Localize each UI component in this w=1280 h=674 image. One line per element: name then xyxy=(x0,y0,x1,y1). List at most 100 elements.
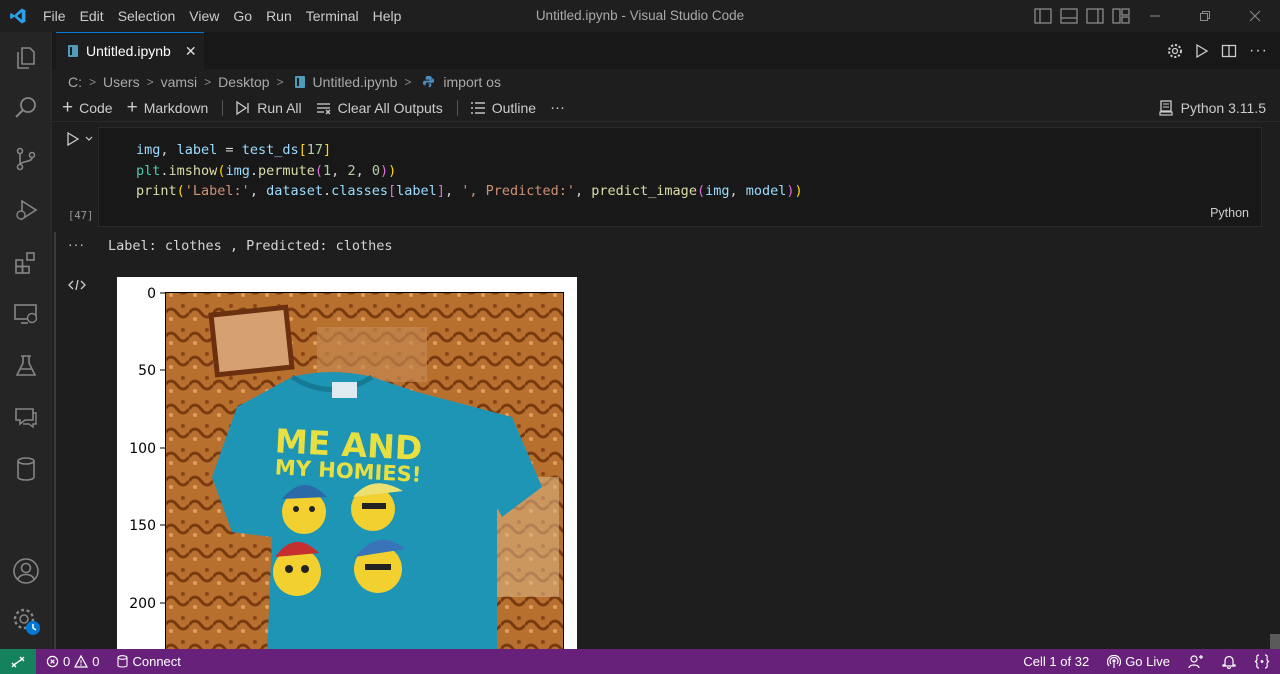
testing-icon[interactable] xyxy=(0,342,52,390)
cell-position[interactable]: Cell 1 of 32 xyxy=(1023,654,1089,669)
editor-scrollbar-thumb[interactable] xyxy=(1270,634,1280,649)
breadcrumb-desktop[interactable]: Desktop xyxy=(218,74,269,90)
add-markdown-label: Markdown xyxy=(143,99,209,116)
broadcast-icon xyxy=(1107,654,1122,668)
run-debug-icon[interactable] xyxy=(0,186,52,234)
run-notebook-icon[interactable] xyxy=(1195,43,1209,59)
database-icon[interactable] xyxy=(0,445,52,493)
toggle-secondary-sidebar-icon[interactable] xyxy=(1086,8,1104,24)
notebook-file-icon xyxy=(68,45,78,57)
notifications-bell-icon[interactable] xyxy=(1222,654,1236,669)
y-axis: 0 50 100 150 200 xyxy=(129,286,165,612)
vscode-logo-icon xyxy=(0,0,36,32)
manage-gear-icon[interactable] xyxy=(0,597,52,645)
kernel-picker[interactable]: Python 3.11.5 xyxy=(1159,94,1266,122)
run-all-label: Run All xyxy=(257,99,302,116)
python-icon xyxy=(423,75,435,88)
accounts-icon[interactable] xyxy=(0,547,52,595)
extensions-icon[interactable] xyxy=(0,239,52,287)
tab-close-icon[interactable]: ✕ xyxy=(185,43,197,60)
tab-untitled-ipynb[interactable]: Untitled.ipynb ✕ xyxy=(56,32,204,69)
title-bar: File Edit Selection View Go Run Terminal… xyxy=(0,0,1280,32)
clear-all-label: Clear All Outputs xyxy=(337,99,443,116)
shirt-photo: ME AND MY HOMIES! xyxy=(166,293,563,649)
chevron-right-icon: > xyxy=(204,74,212,89)
menu-go[interactable]: Go xyxy=(226,0,259,32)
notebook-file-icon xyxy=(294,75,305,88)
activity-bar xyxy=(0,32,52,649)
plus-icon: + xyxy=(62,96,74,118)
toolbar-divider xyxy=(222,99,224,116)
breadcrumb-symbol[interactable]: import os xyxy=(443,74,501,90)
output-figure: ME AND MY HOMIES! 0 50 100 150 200 xyxy=(117,277,577,649)
execution-count: [47] xyxy=(68,210,94,222)
close-window-icon[interactable] xyxy=(1230,0,1280,32)
accounts-feedback-icon[interactable] xyxy=(1188,654,1204,669)
menu-run[interactable]: Run xyxy=(259,0,299,32)
menu-bar: File Edit Selection View Go Run Terminal… xyxy=(36,0,408,32)
problems-indicator[interactable]: 0 0 xyxy=(46,654,99,669)
restore-icon[interactable] xyxy=(1180,0,1230,32)
explorer-icon[interactable] xyxy=(0,34,52,82)
y-tick-200: 200 xyxy=(129,596,156,612)
kernel-server-icon xyxy=(1159,100,1173,116)
toolbar-more-icon[interactable]: ··· xyxy=(550,99,565,116)
code-editor[interactable]: img, label = test_ds[17] plt.imshow(img.… xyxy=(136,140,803,202)
status-bar: 0 0 Connect Cell 1 of 32 Go Live xyxy=(0,649,1280,674)
warning-icon xyxy=(74,655,89,668)
menu-edit[interactable]: Edit xyxy=(73,0,111,32)
more-actions-icon[interactable]: ··· xyxy=(1249,42,1268,60)
code-cell[interactable]: img, label = test_ds[17] plt.imshow(img.… xyxy=(98,127,1262,227)
error-icon xyxy=(46,655,59,668)
chevron-right-icon: > xyxy=(146,74,154,89)
breadcrumb-drive[interactable]: C: xyxy=(68,74,82,90)
cell-focus-indicator xyxy=(54,232,56,649)
go-live-button[interactable]: Go Live xyxy=(1107,654,1170,669)
clear-all-outputs-button[interactable]: Clear All Outputs xyxy=(316,100,443,116)
go-live-label: Go Live xyxy=(1125,654,1170,669)
split-editor-icon[interactable] xyxy=(1221,43,1237,59)
cell-output-text: Label: clothes , Predicted: clothes xyxy=(108,238,393,254)
source-control-icon[interactable] xyxy=(0,135,52,183)
connect-button[interactable]: Connect xyxy=(117,654,181,669)
chat-icon[interactable] xyxy=(0,393,52,441)
notebook-editor: [47] img, label = test_ds[17] plt.imshow… xyxy=(52,124,1280,649)
run-cell-button[interactable] xyxy=(66,132,94,146)
notebook-settings-gear-icon[interactable] xyxy=(1167,43,1183,59)
y-tick-0: 0 xyxy=(147,286,156,302)
plus-icon: + xyxy=(126,96,138,118)
minimize-icon[interactable] xyxy=(1130,0,1180,32)
run-all-button[interactable]: Run All xyxy=(235,99,302,116)
toggle-primary-sidebar-icon[interactable] xyxy=(1034,8,1052,24)
breadcrumb-users[interactable]: Users xyxy=(103,74,140,90)
remote-indicator[interactable] xyxy=(0,649,36,674)
chevron-right-icon: > xyxy=(404,74,412,89)
menu-file[interactable]: File xyxy=(36,0,73,32)
menu-selection[interactable]: Selection xyxy=(111,0,183,32)
breadcrumb-vamsi[interactable]: vamsi xyxy=(161,74,198,90)
outline-button[interactable]: Outline xyxy=(470,100,536,116)
menu-terminal[interactable]: Terminal xyxy=(299,0,366,32)
database-icon xyxy=(117,655,129,668)
output-code-icon[interactable] xyxy=(68,278,86,295)
add-markdown-cell-button[interactable]: + Markdown xyxy=(126,96,209,118)
toggle-panel-icon[interactable] xyxy=(1060,8,1078,24)
warning-count: 0 xyxy=(92,654,100,669)
chevron-down-icon[interactable] xyxy=(84,134,94,144)
clear-all-icon xyxy=(316,102,331,114)
menu-help[interactable]: Help xyxy=(366,0,409,32)
cell-language-label[interactable]: Python xyxy=(1210,206,1249,220)
output-more-icon[interactable]: ··· xyxy=(68,236,85,252)
remote-icon xyxy=(11,656,25,667)
copilot-braces-icon[interactable] xyxy=(1254,654,1270,669)
editor-tab-bar: Untitled.ipynb ✕ ··· xyxy=(52,32,1280,69)
breadcrumb-file[interactable]: Untitled.ipynb xyxy=(313,74,398,90)
add-code-cell-button[interactable]: + Code xyxy=(62,96,113,118)
customize-layout-icon[interactable] xyxy=(1112,8,1130,24)
kernel-label: Python 3.11.5 xyxy=(1180,100,1266,116)
remote-explorer-icon[interactable] xyxy=(0,290,52,338)
y-tick-50: 50 xyxy=(138,363,156,379)
search-icon[interactable] xyxy=(0,84,52,132)
chevron-right-icon: > xyxy=(276,74,284,89)
menu-view[interactable]: View xyxy=(182,0,226,32)
